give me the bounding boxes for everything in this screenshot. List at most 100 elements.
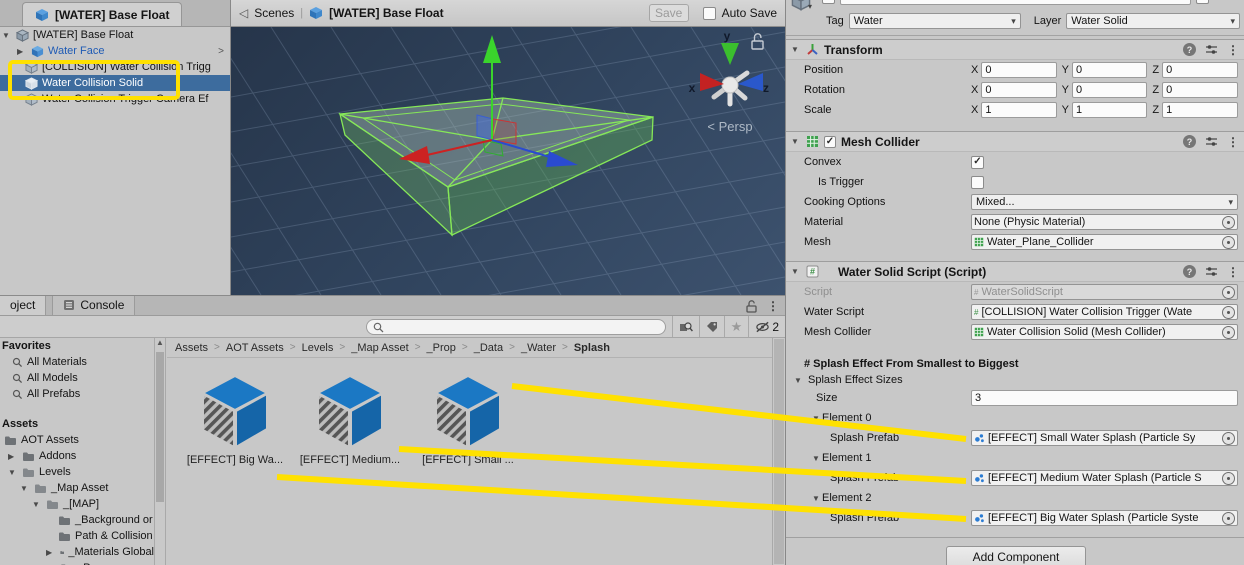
- element-1-foldout[interactable]: ▼ Element 1: [786, 448, 1244, 468]
- foldout-closed-icon[interactable]: ▶: [17, 47, 27, 56]
- foldout-open-icon[interactable]: ▼: [8, 468, 18, 477]
- rotation-x-field[interactable]: 0: [981, 82, 1057, 98]
- scale-y-field[interactable]: 1: [1072, 102, 1148, 118]
- tab-project[interactable]: oject: [0, 296, 47, 315]
- mesh-object-field[interactable]: Water_Plane_Collider: [971, 234, 1238, 250]
- help-icon[interactable]: ?: [1183, 43, 1196, 56]
- favorite-all-models[interactable]: All Models: [0, 370, 154, 386]
- asset-medium-water-splash[interactable]: [EFFECT] Medium...: [298, 374, 402, 466]
- kebab-menu-icon[interactable]: ⋮: [1227, 265, 1239, 279]
- hierarchy-row-collision-trigger[interactable]: [COLLISION] Water Collision Trigg: [0, 59, 230, 75]
- breadcrumb-item[interactable]: _Data: [474, 342, 503, 354]
- component-enabled-checkbox[interactable]: ✓: [824, 135, 836, 148]
- asset-grid-scrollbar[interactable]: [772, 338, 785, 565]
- is-trigger-checkbox[interactable]: [971, 175, 984, 189]
- tree-item-materials-global[interactable]: ▶ _Materials Global: [0, 544, 154, 560]
- scroll-up-arrow[interactable]: ▲: [156, 338, 164, 347]
- lock-icon[interactable]: [746, 299, 757, 313]
- breadcrumb-item[interactable]: Levels: [302, 342, 334, 354]
- gizmo-x-cone[interactable]: [700, 73, 724, 91]
- splash-effect-sizes-foldout[interactable]: ▼ Splash Effect Sizes: [786, 372, 1244, 388]
- splash-prefab-1-field[interactable]: [EFFECT] Medium Water Splash (Particle S: [971, 470, 1238, 486]
- auto-save-checkbox[interactable]: [702, 6, 716, 20]
- water-script-object-field[interactable]: # [COLLISION] Water Collision Trigger (W…: [971, 304, 1238, 320]
- tab-console[interactable]: Console: [52, 296, 136, 315]
- tree-item-path-collision[interactable]: Path & Collision: [0, 528, 154, 544]
- favorite-all-materials[interactable]: All Materials: [0, 354, 154, 370]
- tree-item-aot-assets[interactable]: AOT Assets: [0, 432, 154, 448]
- foldout-closed-icon[interactable]: ▶: [46, 548, 56, 557]
- splash-prefab-0-field[interactable]: [EFFECT] Small Water Splash (Particle Sy: [971, 430, 1238, 446]
- save-button[interactable]: Save: [648, 4, 689, 22]
- tree-item-levels[interactable]: ▼ Levels: [0, 464, 154, 480]
- element-2-foldout[interactable]: ▼ Element 2: [786, 488, 1244, 508]
- tree-item-map[interactable]: ▼ _[MAP]: [0, 496, 154, 512]
- persp-label[interactable]: < Persp: [707, 119, 752, 134]
- scene-viewport[interactable]: y x z < Persp: [231, 27, 785, 295]
- breadcrumb-item[interactable]: _Prop: [427, 342, 456, 354]
- mesh-collider-header[interactable]: ▼ ✓ Mesh Collider ? ⋮: [786, 131, 1244, 152]
- rotation-z-field[interactable]: 0: [1162, 82, 1239, 98]
- asset-small-water-splash[interactable]: [EFFECT] Small ...: [416, 374, 520, 466]
- gizmo-y-cone[interactable]: [721, 43, 739, 65]
- breadcrumb-item[interactable]: _Map Asset: [351, 342, 408, 354]
- hierarchy-row-root[interactable]: ▼ [WATER] Base Float: [0, 27, 230, 43]
- scale-x-field[interactable]: 1: [981, 102, 1057, 118]
- size-field[interactable]: 3: [971, 390, 1238, 406]
- favorites-button[interactable]: ★: [723, 316, 749, 337]
- tree-item-map-asset[interactable]: ▼ _Map Asset: [0, 480, 154, 496]
- cooking-options-dropdown[interactable]: Mixed... ▾: [971, 194, 1238, 210]
- active-checkbox[interactable]: ✓: [822, 0, 835, 4]
- breadcrumb-item[interactable]: Assets: [175, 342, 208, 354]
- search-by-type-button[interactable]: [671, 316, 699, 337]
- search-input[interactable]: [366, 319, 666, 335]
- foldout-open-icon[interactable]: ▼: [791, 267, 801, 276]
- material-object-field[interactable]: None (Physic Material): [971, 214, 1238, 230]
- foldout-open-icon[interactable]: ▼: [32, 500, 42, 509]
- breadcrumb-item-current[interactable]: Splash: [574, 342, 610, 354]
- element-0-foldout[interactable]: ▼ Element 0: [786, 408, 1244, 428]
- position-x-field[interactable]: 0: [981, 62, 1057, 78]
- search-by-label-button[interactable]: [698, 316, 724, 337]
- asset-big-water-splash[interactable]: [EFFECT] Big Wa...: [183, 374, 287, 466]
- name-field[interactable]: Water Collision Solid: [840, 0, 1192, 5]
- water-solid-script-header[interactable]: ▼ # Water Solid Script (Script) ? ⋮: [786, 261, 1244, 282]
- tag-dropdown[interactable]: Water ▾: [848, 13, 1021, 29]
- hierarchy-row-camera-effect[interactable]: Water Collision Trigger Camera Ef: [0, 91, 230, 107]
- object-picker-icon[interactable]: [1222, 235, 1235, 249]
- unlock-icon[interactable]: [751, 33, 764, 50]
- presets-icon[interactable]: [1205, 136, 1218, 147]
- foldout-open-icon[interactable]: ▼: [20, 484, 30, 493]
- scenes-breadcrumb[interactable]: Scenes: [254, 6, 294, 20]
- hierarchy-row-water-face[interactable]: ▶ Water Face >: [0, 43, 230, 59]
- tree-item-addons[interactable]: ▶ Addons: [0, 448, 154, 464]
- tree-item-prop[interactable]: ▼ _Prop: [0, 560, 154, 565]
- scale-z-field[interactable]: 1: [1162, 102, 1239, 118]
- foldout-closed-icon[interactable]: ▶: [8, 452, 18, 461]
- breadcrumb-item[interactable]: AOT Assets: [226, 342, 284, 354]
- rotation-y-field[interactable]: 0: [1072, 82, 1148, 98]
- scrollbar-thumb[interactable]: [156, 352, 164, 502]
- position-z-field[interactable]: 0: [1162, 62, 1239, 78]
- add-component-button[interactable]: Add Component: [946, 546, 1086, 565]
- help-icon[interactable]: ?: [1183, 265, 1196, 278]
- object-picker-icon[interactable]: [1222, 431, 1235, 445]
- static-checkbox[interactable]: [1196, 0, 1210, 4]
- object-picker-icon[interactable]: [1222, 215, 1235, 229]
- kebab-menu-icon[interactable]: ⋮: [1227, 135, 1239, 149]
- layer-dropdown[interactable]: Water Solid ▾: [1066, 13, 1240, 29]
- prefab-open-chevron[interactable]: >: [218, 46, 224, 57]
- object-picker-icon[interactable]: [1222, 511, 1235, 525]
- help-icon[interactable]: ?: [1183, 135, 1196, 148]
- foldout-open-icon[interactable]: ▼: [791, 137, 801, 146]
- kebab-menu-icon[interactable]: ⋮: [1227, 43, 1239, 57]
- presets-icon[interactable]: [1205, 44, 1218, 55]
- transform-header[interactable]: ▼ Transform ? ⋮: [786, 39, 1244, 60]
- tree-item-background[interactable]: _Background or: [0, 512, 154, 528]
- convex-checkbox[interactable]: ✓: [971, 155, 984, 169]
- mesh-collider-object-field[interactable]: Water Collision Solid (Mesh Collider): [971, 324, 1238, 340]
- hierarchy-row-water-collision-solid[interactable]: Water Collision Solid: [0, 75, 230, 91]
- presets-icon[interactable]: [1205, 266, 1218, 277]
- object-picker-icon[interactable]: [1222, 471, 1235, 485]
- tree-scrollbar[interactable]: ▲: [154, 338, 166, 565]
